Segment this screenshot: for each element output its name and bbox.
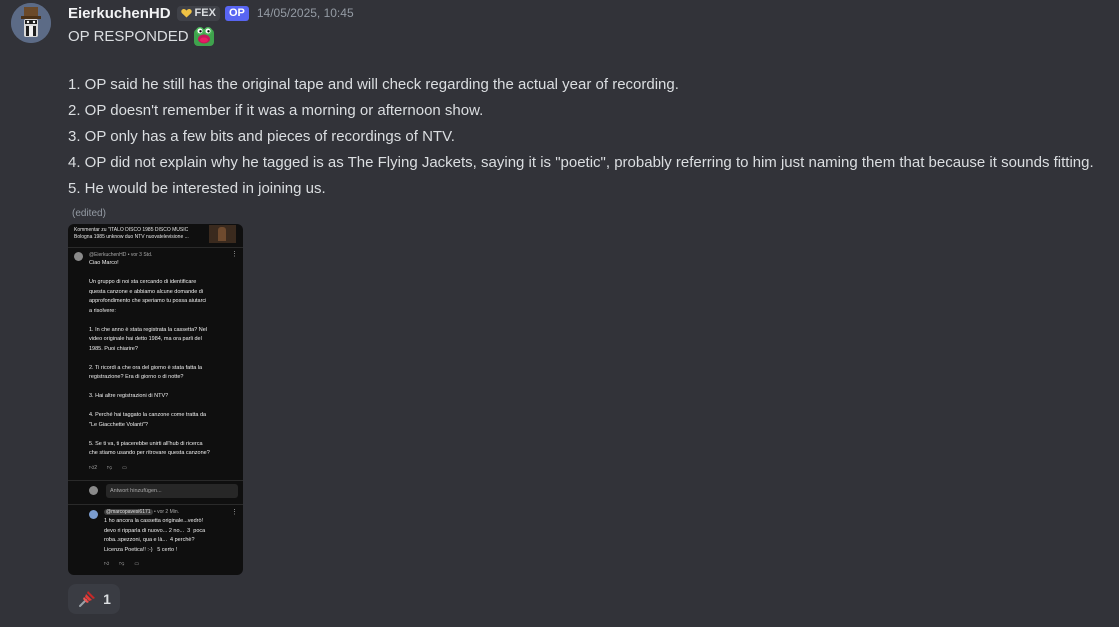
message-header: EierkuchenHD FEX OP 14/05/2025, 10:45 <box>68 4 354 22</box>
reaction-pushpin[interactable]: 1 <box>68 584 120 614</box>
pepe-frog-emoji-icon <box>193 27 214 46</box>
avatar[interactable] <box>11 3 51 43</box>
reply-icon: ▭ <box>134 561 140 567</box>
reply-handle: @marcopavesi6171 <box>104 509 153 515</box>
heart-icon <box>180 8 192 17</box>
reply-actions: 👍︎ 👎︎ ▭ <box>104 561 139 567</box>
pushpin-icon <box>79 591 96 607</box>
reply-time: • vor 2 Min. <box>153 509 180 515</box>
divider <box>68 247 243 248</box>
list-item: 5. He would be interested in joining us. <box>68 180 326 197</box>
reply-icon: ▭ <box>122 465 127 471</box>
comment-thread-header: Kommentar zu "ITALO DISCO 1985 DISCO MUS… <box>74 227 208 241</box>
list-item: 1. OP said he still has the original tap… <box>68 76 679 93</box>
reaction-count: 1 <box>103 591 111 607</box>
comment-actions: 👍︎2 👎︎ ▭ <box>89 465 127 471</box>
more-options-icon: ⋮ <box>231 251 238 258</box>
divider <box>68 504 243 505</box>
message-first-line: OP RESPONDED <box>68 25 215 47</box>
dislike-icon: 👎︎ <box>119 561 125 567</box>
like-count: 2 <box>94 465 98 471</box>
server-tag[interactable]: FEX <box>176 5 220 21</box>
message-heading: OP RESPONDED <box>68 27 189 45</box>
comment-avatar <box>74 252 83 261</box>
own-avatar <box>89 486 98 495</box>
comment-meta: @EierkuchenHD • vor 3 Std. <box>89 252 153 258</box>
timestamp: 14/05/2025, 10:45 <box>256 6 354 20</box>
dislike-icon: 👎︎ <box>107 465 113 471</box>
reply-text: 1 ho ancora la cassetta originale...vedr… <box>104 518 206 553</box>
divider <box>68 480 243 481</box>
video-title-line1: Kommentar zu "ITALO DISCO 1985 DISCO MUS… <box>74 227 189 233</box>
video-thumbnail <box>209 225 236 243</box>
op-badge: OP <box>224 5 249 21</box>
list-item: 3. OP only has a few bits and pieces of … <box>68 128 455 145</box>
attachment-image[interactable]: Kommentar zu "ITALO DISCO 1985 DISCO MUS… <box>68 224 243 575</box>
reply-avatar <box>89 510 98 519</box>
like-icon: 👍︎ <box>104 561 110 567</box>
avatar-image <box>11 3 51 43</box>
server-tag-label: FEX <box>194 7 216 19</box>
reply-input: Antwort hinzufügen... <box>106 484 238 498</box>
reply-meta: @marcopavesi6171 • vor 2 Min. <box>104 509 179 515</box>
username[interactable]: EierkuchenHD <box>68 5 171 22</box>
video-title-line2: Bologna 1985 unknow duo NTV nuovatelevis… <box>74 234 189 240</box>
like-icon: 👍︎2 <box>89 465 98 471</box>
list-item: 4. OP did not explain why he tagged is a… <box>68 154 1094 171</box>
edited-indicator: (edited) <box>72 208 106 219</box>
list-item: 2. OP doesn't remember if it was a morni… <box>68 102 484 119</box>
summary-list: 1. OP said he still has the original tap… <box>68 72 1094 202</box>
more-options-icon: ⋮ <box>231 509 238 516</box>
comment-text: Ciao Marco! Un gruppo di noi sta cercand… <box>89 260 210 456</box>
